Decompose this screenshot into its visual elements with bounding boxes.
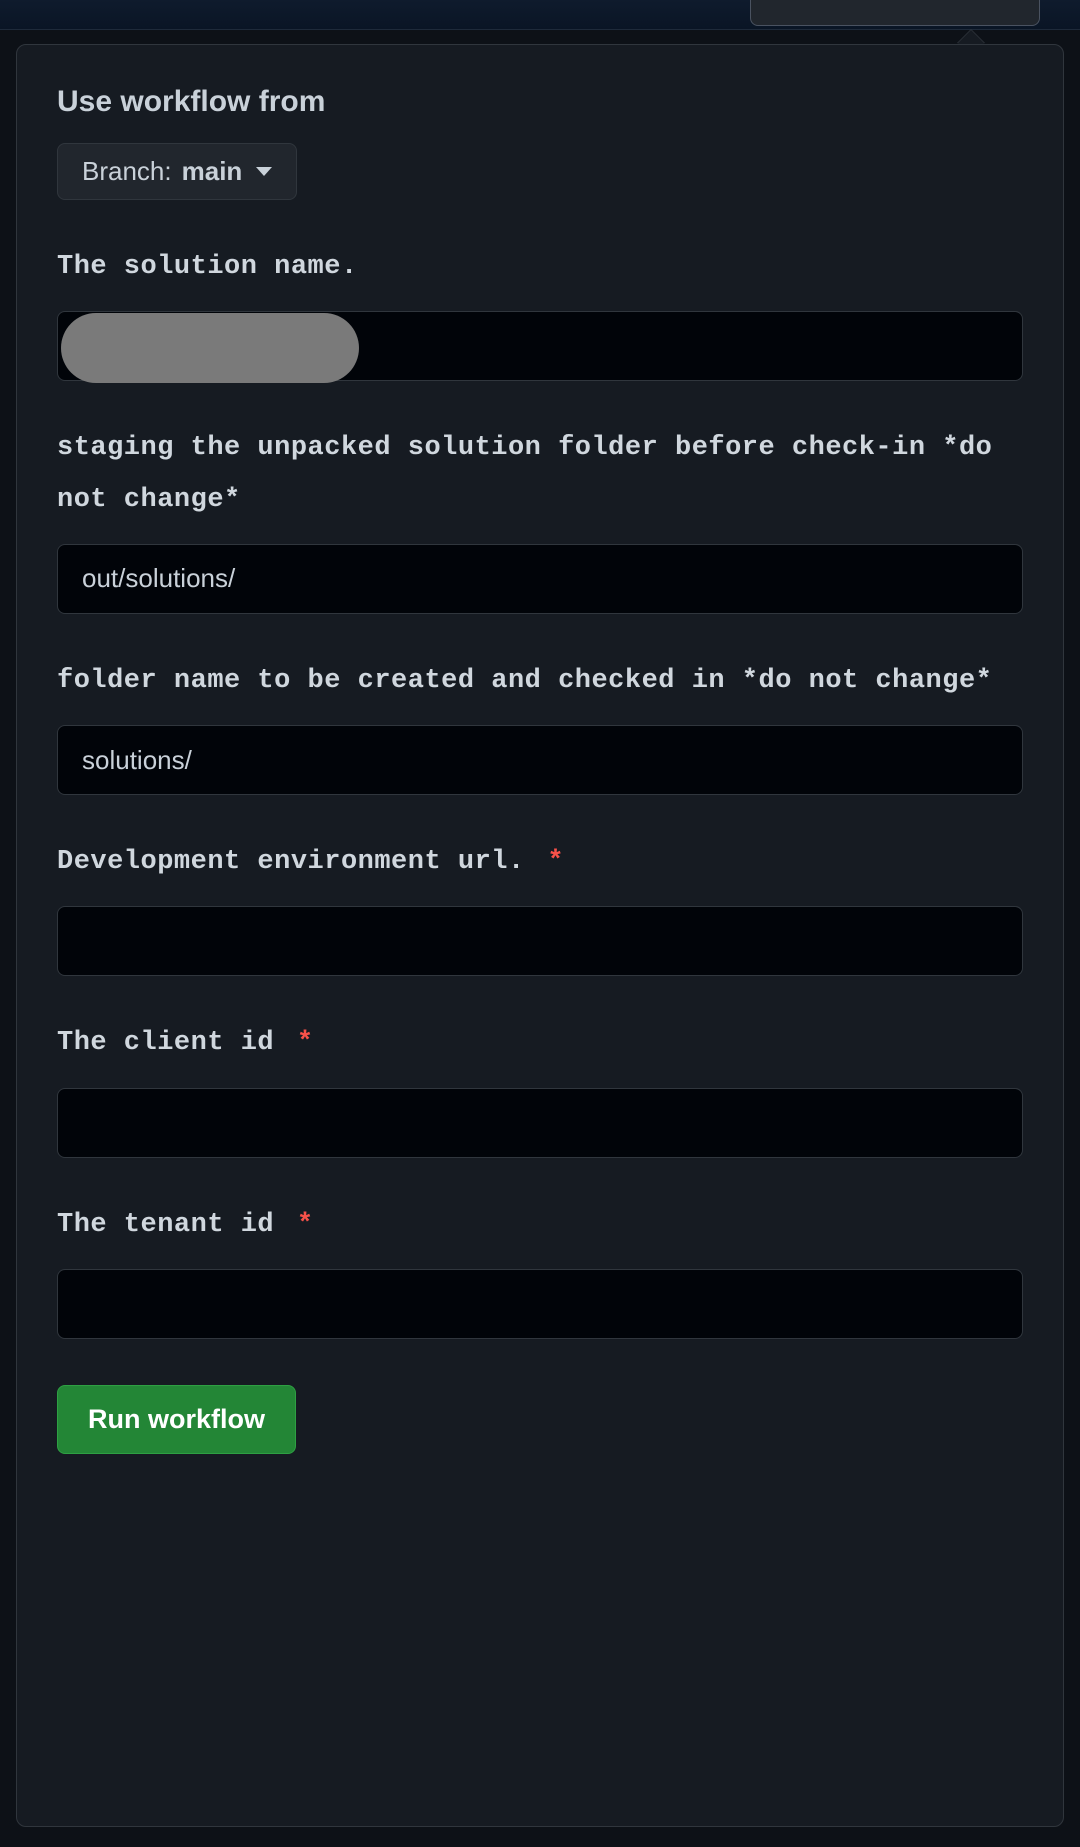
required-marker: * [547,847,564,877]
required-marker: * [297,1028,314,1058]
field-label: The tenant id * [57,1200,1023,1251]
tenant-id-input[interactable] [57,1269,1023,1339]
field-client-id: The client id * [57,1018,1023,1157]
staging-folder-input[interactable] [57,544,1023,614]
label-text: Development environment url. [57,847,525,877]
branch-selector[interactable]: Branch: main [57,143,297,200]
solution-name-input[interactable] [57,311,1023,381]
field-tenant-id: The tenant id * [57,1200,1023,1339]
branch-name-label: main [182,156,243,187]
header-dropdown-button[interactable] [750,0,1040,26]
field-label: The solution name. [57,242,1023,293]
page-header-strip [0,0,1080,30]
label-text: The tenant id [57,1210,274,1240]
field-label: The client id * [57,1018,1023,1069]
required-marker: * [297,1210,314,1240]
popover-caret-icon [957,30,985,44]
field-solution-name: The solution name. [57,242,1023,381]
dev-env-url-input[interactable] [57,906,1023,976]
panel-title: Use workflow from [57,85,1023,119]
branch-prefix-label: Branch: [82,156,172,187]
field-label: Development environment url. * [57,837,1023,888]
field-target-folder: folder name to be created and checked in… [57,656,1023,795]
run-workflow-panel: Use workflow from Branch: main The solut… [16,44,1064,1827]
caret-down-icon [256,167,272,176]
label-text: The client id [57,1028,274,1058]
field-staging-folder: staging the unpacked solution folder bef… [57,423,1023,614]
field-label: staging the unpacked solution folder bef… [57,423,1023,526]
client-id-input[interactable] [57,1088,1023,1158]
field-label: folder name to be created and checked in… [57,656,1023,707]
field-dev-env-url: Development environment url. * [57,837,1023,976]
run-workflow-button[interactable]: Run workflow [57,1385,296,1454]
target-folder-input[interactable] [57,725,1023,795]
